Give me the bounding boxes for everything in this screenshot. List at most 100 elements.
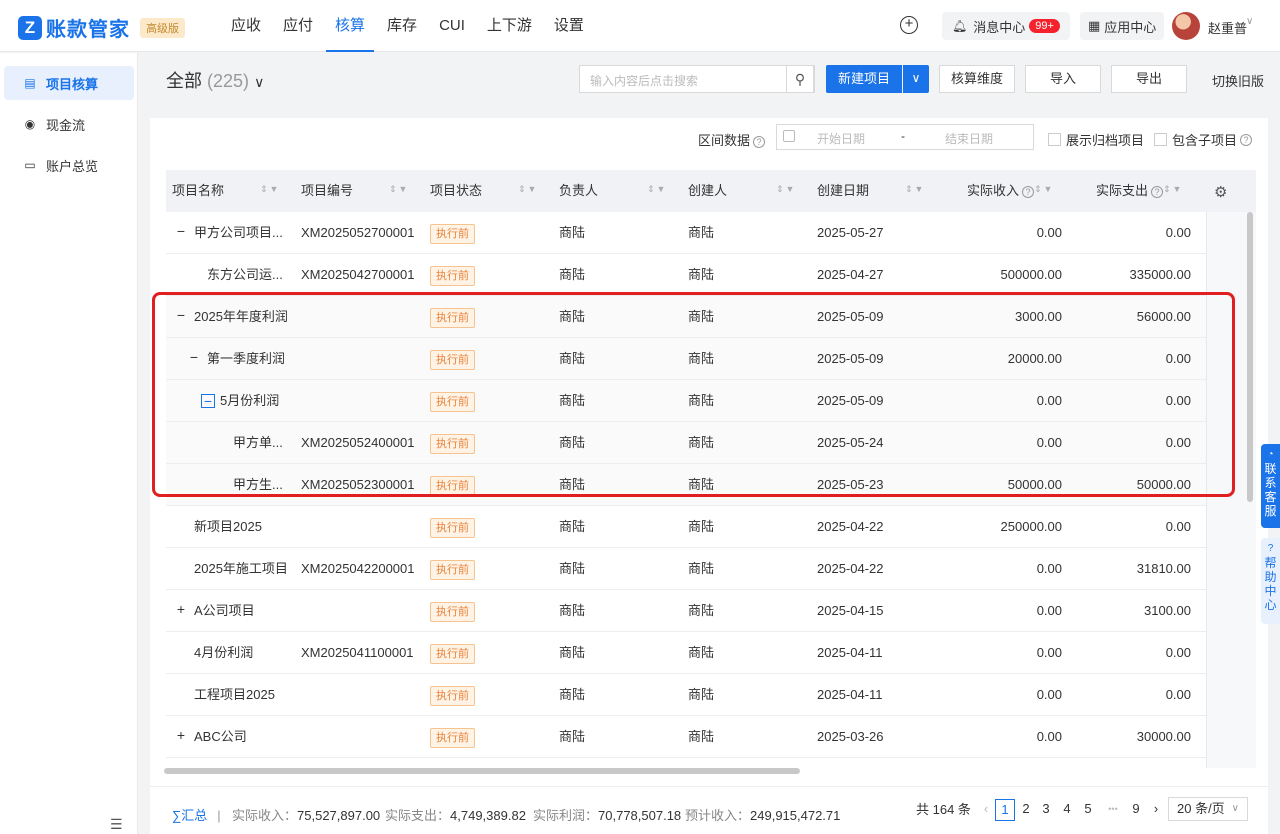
column-header-income[interactable]: 实际收入? [967, 170, 1035, 212]
sort-filter-icon[interactable]: ⇕▼ [260, 184, 280, 195]
import-button[interactable]: 导入 [1025, 65, 1101, 93]
cell-creator: 商陆 [688, 309, 715, 324]
message-center-button[interactable]: 🔔︎ 消息中心 99+ [942, 12, 1070, 40]
collapse-icon[interactable]: − [175, 224, 187, 238]
cell-project-name[interactable]: 4月份利润 [194, 632, 253, 674]
column-header-expense[interactable]: 实际支出? [1096, 170, 1164, 212]
sort-filter-icon[interactable]: ⇕▼ [776, 184, 796, 195]
ellipsis[interactable]: ••• [1100, 799, 1126, 821]
cell-project-name[interactable]: 新项目2025 [194, 506, 262, 548]
help-center-tab[interactable]: ? 帮助中心 [1261, 538, 1280, 624]
page-2[interactable]: 2 [1016, 799, 1036, 821]
cell-project-name[interactable]: 工程项目2025 [194, 674, 275, 716]
logo[interactable]: Z 账款管家 高级版 [18, 13, 185, 42]
cell-project-name[interactable]: A公司项目 [194, 590, 255, 632]
page-last[interactable]: 9 [1126, 799, 1146, 821]
cell-actual-income: 250000.00 [1000, 519, 1062, 534]
username[interactable]: 赵重普 [1208, 18, 1247, 37]
cell-project-name[interactable]: 5月份利润 [220, 380, 279, 422]
cell-project-name[interactable]: 2025年施工项目 [194, 548, 288, 590]
cell-project-name[interactable]: 东方公司运... [207, 254, 283, 296]
nav-item-inventory[interactable]: 库存 [378, 0, 426, 52]
sidebar-item-account-overview[interactable]: ▭ 账户总览 [4, 148, 134, 182]
table-row[interactable]: 工程项目2025 商陆 商陆 2025-04-11 0.00 0.00 执行前 [166, 674, 1206, 716]
table-row[interactable]: + ABC公司 商陆 商陆 2025-03-26 0.00 30000.00 执行前 [166, 716, 1206, 758]
table-row[interactable]: −2025年年度利润 商陆 商陆 2025-05-09 3000.00 56000.00 执… [166, 296, 1206, 338]
cell-create-date: 2025-05-09 [817, 393, 884, 408]
avatar[interactable] [1172, 12, 1200, 40]
sidebar-item-project-accounting[interactable]: ▤ 项目核算 [4, 66, 134, 100]
cell-project-name[interactable]: 第一季度利润 [207, 338, 285, 380]
column-header-creator[interactable]: 创建人 [688, 170, 727, 212]
search-icon[interactable]: ⚲ [786, 65, 814, 93]
help-icon[interactable]: ? [753, 135, 766, 148]
page-3[interactable]: 3 [1036, 799, 1056, 821]
table-row[interactable]: − 第一季度利润 商陆 商陆 2025-05-09 20000.00 0.00 执行前 [166, 338, 1206, 380]
next-page-button[interactable]: › [1146, 799, 1166, 821]
column-header-status[interactable]: 项目状态 [430, 170, 482, 212]
column-header-date[interactable]: 创建日期 [817, 170, 869, 212]
prev-page-button[interactable]: ‹ [976, 799, 996, 821]
contact-support-tab[interactable]: ◔ 联系客服 [1261, 444, 1280, 528]
app-center-button[interactable]: ▦ 应用中心 [1080, 12, 1165, 40]
sort-filter-icon[interactable]: ⇕▼ [1163, 184, 1183, 195]
column-header-owner[interactable]: 负责人 [559, 170, 598, 212]
export-button[interactable]: 导出 [1111, 65, 1187, 93]
table-row[interactable]: + A公司项目 商陆 商陆 2025-04-15 0.00 3100.00 执行前 [166, 590, 1206, 632]
collapse-icon[interactable]: − [188, 350, 200, 364]
help-icon[interactable]: ? [1022, 185, 1035, 198]
cell-project-name[interactable]: ABC公司 [194, 716, 247, 758]
nav-item-payable[interactable]: 应付 [274, 0, 322, 52]
expand-icon[interactable]: + [175, 728, 187, 742]
chevron-down-icon[interactable]: ∨ [1246, 16, 1253, 27]
collapse-icon[interactable]: − [175, 308, 187, 322]
table-row[interactable]: 新项目2025 商陆 商陆 2025-04-22 250000.00 0.00 执行前 [166, 506, 1206, 548]
cell-project-name[interactable]: 甲方生... [233, 464, 283, 506]
sidebar-item-cashflow[interactable]: ◉ 现金流 [4, 107, 134, 141]
page-4[interactable]: 4 [1057, 799, 1077, 821]
sort-filter-icon[interactable]: ⇕▼ [905, 184, 925, 195]
nav-item-receivable[interactable]: 应收 [222, 0, 270, 52]
sort-filter-icon[interactable]: ⇕▼ [389, 184, 409, 195]
page-5[interactable]: 5 [1078, 799, 1098, 821]
sort-filter-icon[interactable]: ⇕▼ [518, 184, 538, 195]
table-row[interactable]: 甲方生... XM2025052300001 商陆 商陆 2025-05-23 50000… [166, 464, 1206, 506]
sort-filter-icon[interactable]: ⇕▼ [647, 184, 667, 195]
nav-item-accounting[interactable]: 核算 [326, 0, 375, 52]
collapse-icon[interactable]: − [201, 394, 215, 408]
search-input[interactable]: 输入内容后点击搜索 [579, 65, 815, 93]
table-row[interactable]: 甲方单... XM2025052400001 商陆 商陆 2025-05-24 0.00 0… [166, 422, 1206, 464]
show-archived-checkbox[interactable]: 展示归档项目 [1048, 130, 1144, 149]
help-icon[interactable]: ? [1151, 185, 1164, 198]
cell-project-name[interactable]: 2025年年度利润 [194, 296, 288, 338]
add-icon[interactable]: + [900, 16, 918, 34]
help-icon[interactable]: ? [1240, 133, 1253, 146]
page-title[interactable]: 全部 (225) ∨ [166, 67, 264, 93]
new-project-dropdown-icon[interactable]: ∨ [903, 65, 929, 93]
column-header-code[interactable]: 项目编号 [301, 170, 353, 212]
nav-item-cui[interactable]: CUI [430, 0, 474, 52]
cell-project-name[interactable]: 甲方单... [233, 422, 283, 464]
horizontal-scrollbar[interactable] [164, 768, 800, 774]
include-children-checkbox[interactable]: 包含子项目 ? [1154, 130, 1253, 149]
table-row[interactable]: −5月份利润 商陆 商陆 2025-05-09 0.00 0.00 执行前 [166, 380, 1206, 422]
vertical-scrollbar[interactable] [1247, 212, 1253, 502]
page-size-select[interactable]: 20 条/页 ∨ [1168, 797, 1248, 821]
table-row[interactable]: 2025年施工项目 XM2025042200001 商陆 商陆 2025-04-22 0.… [166, 548, 1206, 590]
table-row[interactable]: 东方公司运... XM2025042700001 商陆 商陆 2025-04-27 500… [166, 254, 1206, 296]
gear-icon[interactable]: ⚙ [1214, 183, 1227, 201]
nav-item-upstream[interactable]: 上下游 [478, 0, 541, 52]
date-range-picker[interactable]: 开始日期 - 结束日期 [776, 124, 1034, 150]
collapse-menu-icon[interactable]: ☰ [110, 816, 123, 833]
expand-icon[interactable]: + [175, 602, 187, 616]
new-project-button[interactable]: 新建项目 [826, 65, 902, 93]
accounting-dimension-button[interactable]: 核算维度 [939, 65, 1015, 93]
table-row[interactable]: 4月份利润 XM2025041100001 商陆 商陆 2025-04-11 0.00 0.… [166, 632, 1206, 674]
cell-project-name[interactable]: 甲方公司项目... [194, 212, 283, 254]
column-header-name[interactable]: 项目名称 [172, 170, 224, 212]
nav-item-settings[interactable]: 设置 [545, 0, 593, 52]
switch-old-version-link[interactable]: 切换旧版 [1212, 71, 1264, 90]
page-1[interactable]: 1 [995, 799, 1015, 821]
sort-filter-icon[interactable]: ⇕▼ [1034, 184, 1054, 195]
table-row[interactable]: − 甲方公司项目... XM2025052700001 商陆 商陆 2025-05-27 0… [166, 212, 1206, 254]
